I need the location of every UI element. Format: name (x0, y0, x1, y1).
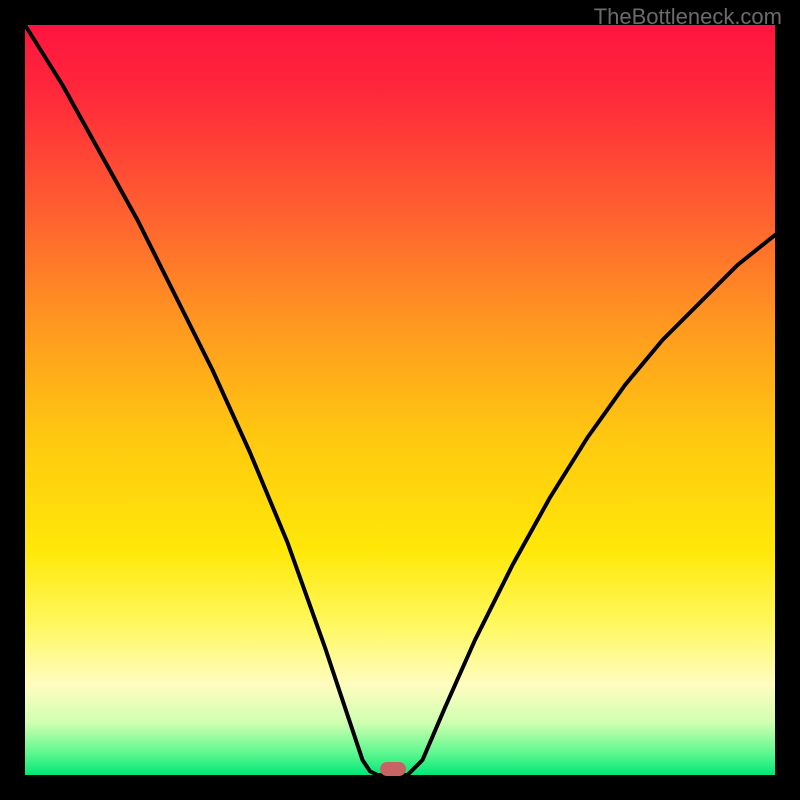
watermark-text: TheBottleneck.com (594, 4, 782, 30)
chart-container: TheBottleneck.com (0, 0, 800, 800)
bottleneck-curve (25, 25, 775, 775)
plot-area (25, 25, 775, 775)
optimal-marker (380, 762, 406, 776)
